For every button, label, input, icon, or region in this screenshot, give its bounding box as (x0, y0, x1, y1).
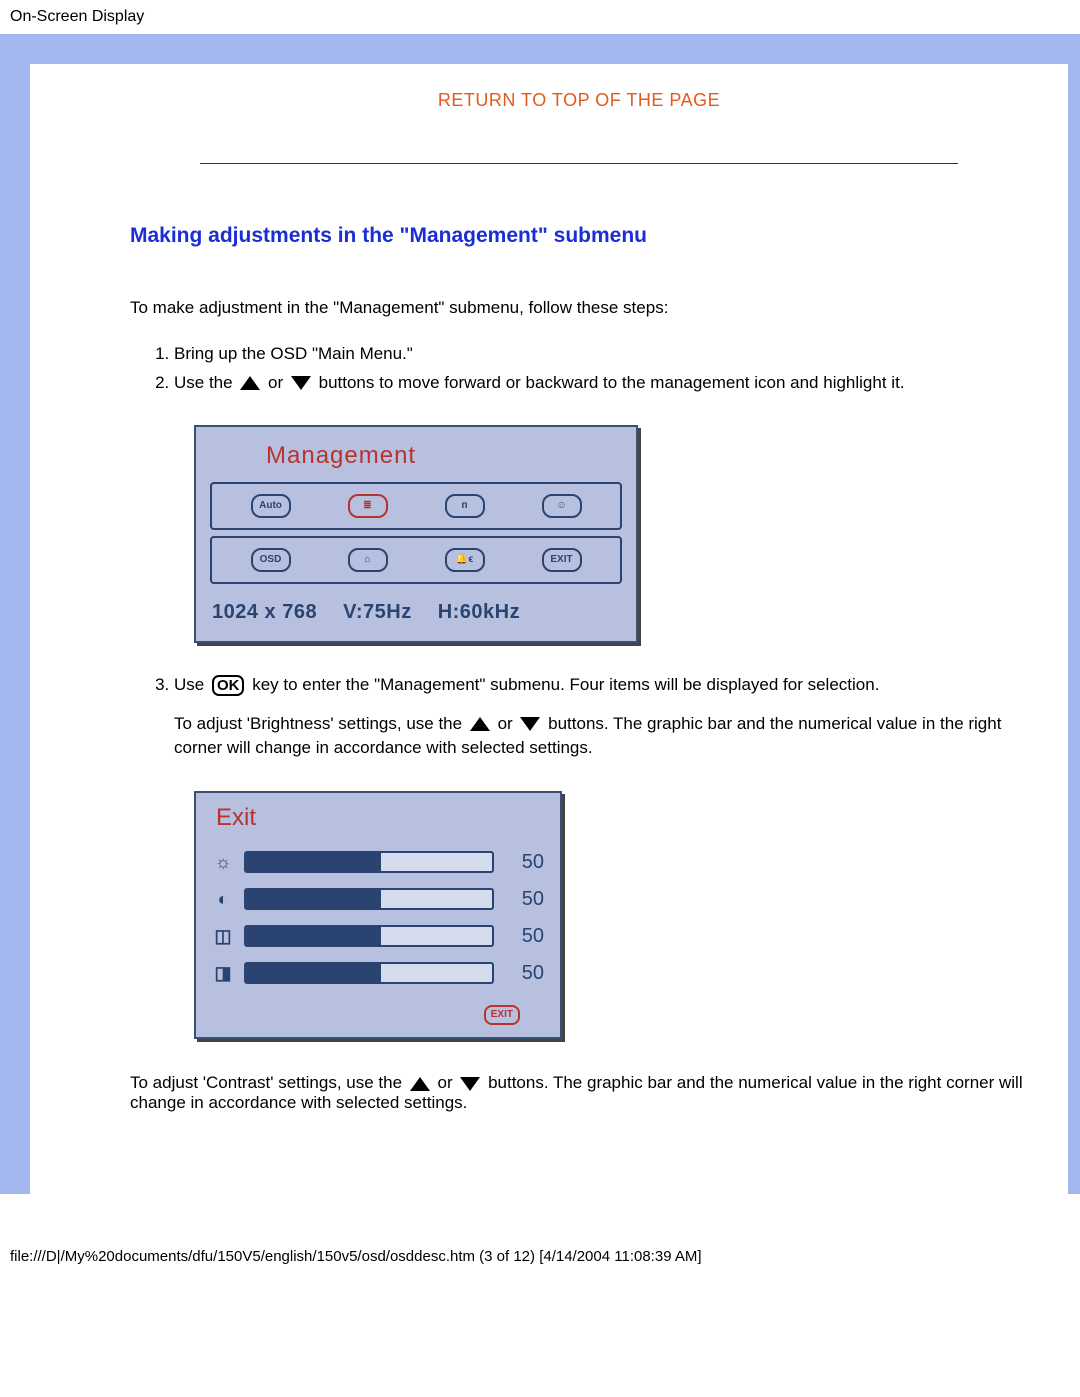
brightness-text-b: or (498, 714, 518, 733)
content-frame: RETURN TO TOP OF THE PAGE Making adjustm… (0, 34, 1080, 1194)
divider (200, 163, 958, 164)
osd2-icon-4: ◨ (212, 960, 234, 986)
contrast-text-a: To adjust 'Contrast' settings, use the (130, 1073, 407, 1092)
osd2-exit-row: EXIT (212, 996, 544, 1026)
osd2-bar-3 (244, 925, 494, 947)
brightness-bar (244, 851, 494, 873)
up-arrow-icon (239, 375, 261, 391)
page-header: On-Screen Display (0, 0, 1080, 34)
osd1-title: Management (210, 437, 622, 482)
step-1: Bring up the OSD "Main Menu." (174, 342, 1028, 367)
step-3: Use OK key to enter the "Management" sub… (174, 673, 1028, 1039)
up-arrow-icon (469, 716, 491, 732)
osd-icon-exit: EXIT (542, 548, 582, 572)
osd-icon-management: ≣ (348, 494, 388, 518)
osd-management-screenshot: Management Auto ≣ ᴨ ☺ OSD ⌂ 🔔ϵ EXIT (194, 425, 1028, 643)
osd2-row-brightness: ☼ 50 (212, 848, 544, 877)
return-to-top-link[interactable]: RETURN TO TOP OF THE PAGE (130, 64, 1028, 121)
brightness-icon: ☼ (212, 849, 234, 875)
down-arrow-icon (459, 1076, 481, 1092)
osd2-row-contrast: ◐ 50 (212, 885, 544, 914)
step-2-text-a: Use the (174, 373, 237, 392)
osd2-icon-3: ◫ (212, 923, 234, 949)
contrast-paragraph: To adjust 'Contrast' settings, use the o… (130, 1073, 1028, 1113)
osd1-resolution: 1024 x 768 (212, 598, 317, 627)
osd2-value-4: 50 (504, 959, 544, 988)
ok-button-icon: OK (212, 675, 245, 696)
brightness-value: 50 (504, 848, 544, 877)
osd-icon-osd: OSD (251, 548, 291, 572)
up-arrow-icon (409, 1076, 431, 1092)
step-2: Use the or buttons to move forward or ba… (174, 371, 1028, 643)
step-3-text-a: Use (174, 675, 209, 694)
step-2-text-c: buttons to move forward or backward to t… (319, 373, 905, 392)
footer-path: file:///D|/My%20documents/dfu/150V5/engl… (0, 1194, 1080, 1275)
osd-exit-screenshot: Exit ☼ 50 ◐ 50 ◫ 50 (194, 791, 1028, 1039)
osd2-bar-4 (244, 962, 494, 984)
osd-icon-position: ᴨ (445, 494, 485, 518)
osd2-value-3: 50 (504, 922, 544, 951)
brightness-text-a: To adjust 'Brightness' settings, use the (174, 714, 467, 733)
down-arrow-icon (290, 375, 312, 391)
contrast-text-b: or (437, 1073, 457, 1092)
down-arrow-icon (519, 716, 541, 732)
osd1-icon-row-1: Auto ≣ ᴨ ☺ (210, 482, 622, 530)
osd-icon-extras: ☺ (542, 494, 582, 518)
osd-icon-auto: Auto (251, 494, 291, 518)
osd2-row-3: ◫ 50 (212, 922, 544, 951)
section-heading: Making adjustments in the "Management" s… (130, 224, 1028, 248)
step-2-text-b: or (268, 373, 288, 392)
osd1-hfreq: H:60kHz (438, 598, 520, 627)
osd2-row-4: ◨ 50 (212, 959, 544, 988)
exit-chip-icon: EXIT (484, 1005, 520, 1026)
contrast-value: 50 (504, 885, 544, 914)
steps-list: Bring up the OSD "Main Menu." Use the or… (130, 342, 1028, 1039)
osd-icon-language: 🔔ϵ (445, 548, 485, 572)
osd-icon-reset: ⌂ (348, 548, 388, 572)
intro-text: To make adjustment in the "Management" s… (130, 298, 1028, 318)
osd2-title: Exit (212, 801, 544, 848)
osd1-vfreq: V:75Hz (343, 598, 412, 627)
osd1-status-bar: 1024 x 768 V:75Hz H:60kHz (210, 590, 622, 629)
step-3-text-b: key to enter the "Management" submenu. F… (252, 675, 879, 694)
osd1-icon-row-2: OSD ⌂ 🔔ϵ EXIT (210, 536, 622, 584)
contrast-icon: ◐ (212, 886, 234, 912)
contrast-bar (244, 888, 494, 910)
